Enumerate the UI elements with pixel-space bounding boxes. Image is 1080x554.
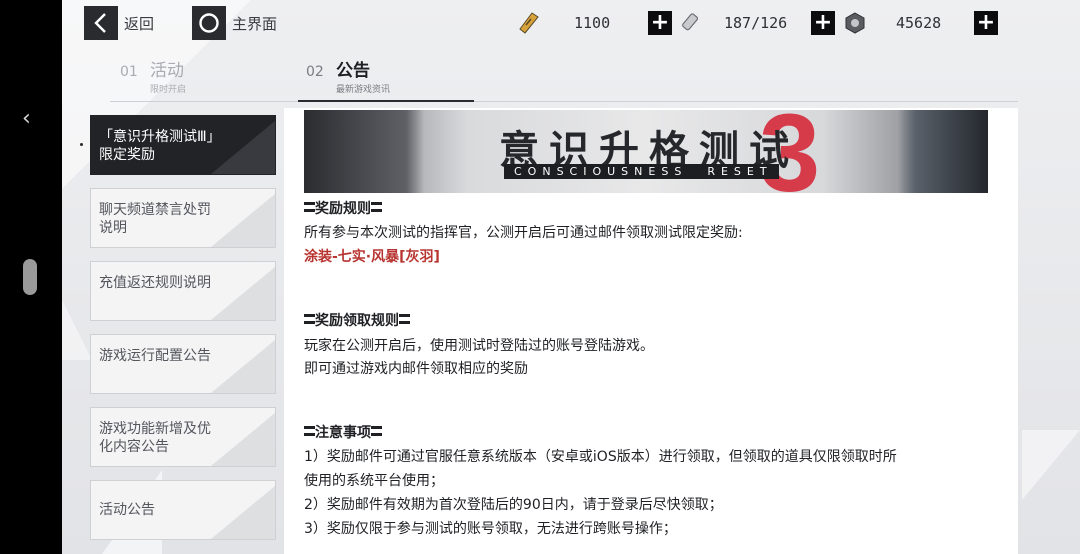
tab-announcement[interactable]: 02 公告 最新游戏资讯	[306, 56, 456, 96]
home-circle-icon	[192, 6, 226, 40]
resource-battery: 187/126	[680, 8, 787, 38]
tab-activity[interactable]: 01 活动 限时开启	[120, 56, 240, 96]
bg-decoration	[62, 300, 92, 360]
sidebar-item-feature-update[interactable]: 游戏功能新增及优化内容公告	[90, 407, 276, 467]
add-ticket-button[interactable]: +	[648, 11, 672, 35]
sidebar-item-label: 活动公告	[99, 502, 155, 518]
bg-decoration	[1022, 430, 1080, 500]
banner-subtitle: CONSCIOUSNESS RESET	[504, 164, 779, 179]
note-item: 1）奖励邮件可通过官服任意系统版本（安卓或iOS版本）进行领取，但领取的道具仅限…	[304, 449, 897, 465]
tab-announcement-title: 公告	[336, 61, 370, 81]
sidebar-item-label: 「意识升格测试Ⅲ」限定奖励	[99, 129, 214, 163]
add-nut-button[interactable]: +	[974, 11, 998, 35]
heading-mark-icon	[371, 202, 382, 212]
section-heading-claim: 奖励领取规则	[304, 310, 410, 332]
home-button[interactable]: 主界面	[192, 6, 277, 40]
back-button[interactable]: 返回	[84, 6, 154, 40]
heading-text: 注意事项	[315, 425, 371, 441]
active-item-marker	[80, 143, 83, 146]
tab-divider	[110, 101, 1018, 102]
sidebar-item-recharge-refund[interactable]: 充值返还规则说明	[90, 261, 276, 321]
reward-name: 涂装-七实·风暴[灰羽]	[304, 249, 440, 265]
banner-subtitle-right: RESET	[707, 165, 773, 178]
sidebar-item-test-reward[interactable]: 「意识升格测试Ⅲ」限定奖励	[90, 115, 276, 175]
item-decoration	[211, 408, 275, 466]
sidebar-item-label: 聊天频道禁言处罚说明	[99, 202, 211, 236]
announcement-screen: 返回 主界面 1100 + 187/126 + 45628 + 01 活动 限时…	[62, 0, 1080, 554]
resource-ticket-value: 1100	[574, 14, 611, 32]
item-decoration	[211, 481, 275, 539]
ticket-icon	[516, 10, 542, 36]
tab-announcement-number: 02	[306, 64, 324, 80]
heading-mark-icon	[304, 314, 315, 324]
top-bar: 返回 主界面 1100 + 187/126 + 45628 +	[62, 0, 1080, 46]
item-decoration	[211, 189, 275, 247]
back-label: 返回	[124, 14, 155, 33]
scroll-handle[interactable]	[23, 259, 37, 295]
heading-mark-icon	[399, 314, 410, 324]
sidebar-item-label: 充值返还规则说明	[99, 275, 211, 291]
paragraph: 玩家在公测开启后，使用测试时登陆过的账号登陆游戏。	[304, 338, 654, 354]
resource-nut: 45628	[842, 8, 941, 38]
heading-mark-icon	[304, 426, 315, 436]
resource-ticket: 1100	[516, 8, 610, 38]
back-arrow-icon	[84, 6, 118, 40]
event-banner: 3 意识升格测试 CONSCIOUSNESS RESET	[304, 110, 988, 193]
item-decoration	[211, 262, 275, 320]
section-heading-rules: 奖励规则	[304, 198, 382, 220]
tab-announcement-subtitle: 最新游戏资讯	[336, 85, 391, 95]
sidebar-item-chat-ban[interactable]: 聊天频道禁言处罚说明	[90, 188, 276, 248]
resource-battery-value: 187/126	[724, 14, 788, 32]
sidebar-item-game-config[interactable]: 游戏运行配置公告	[90, 334, 276, 394]
item-decoration	[211, 335, 275, 393]
paragraph: 所有参与本次测试的指挥官，公测开启后可通过邮件领取测试限定奖励:	[304, 225, 743, 241]
system-side-rail: ‹	[0, 0, 62, 554]
paragraph: 即可通过游戏内邮件领取相应的奖励	[304, 361, 528, 377]
heading-mark-icon	[304, 202, 315, 212]
tab-activity-title: 活动	[150, 61, 184, 81]
chevron-left-icon[interactable]: ‹	[22, 108, 31, 130]
banner-subtitle-left: CONSCIOUSNESS	[514, 165, 688, 178]
tab-activity-number: 01	[120, 64, 138, 80]
note-item: 3）奖励仅限于参与测试的账号领取，无法进行跨账号操作；	[304, 521, 677, 537]
banner-character-right	[898, 110, 988, 193]
item-decoration	[211, 116, 275, 174]
sidebar-item-label: 游戏功能新增及优化内容公告	[99, 421, 211, 455]
active-tab-indicator	[298, 100, 474, 102]
note-item-continued: 使用的系统平台使用；	[304, 473, 444, 489]
sidebar-item-event-notice[interactable]: 活动公告	[90, 480, 276, 540]
resource-nut-value: 45628	[896, 14, 942, 32]
home-label: 主界面	[232, 14, 278, 33]
note-item: 2）奖励邮件有效期为首次登陆后的90日内，请于登录后尽快领取；	[304, 497, 723, 513]
add-battery-button[interactable]: +	[811, 11, 835, 35]
heading-mark-icon	[371, 426, 382, 436]
nut-icon	[842, 10, 868, 36]
announcement-content[interactable]: 3 意识升格测试 CONSCIOUSNESS RESET 奖励规则 所有参与本次测…	[284, 108, 1018, 554]
sidebar-item-label: 游戏运行配置公告	[99, 348, 211, 364]
banner-character-left	[304, 110, 424, 193]
heading-text: 奖励领取规则	[315, 313, 399, 329]
tab-activity-subtitle: 限时开启	[150, 85, 187, 95]
section-heading-notes: 注意事项	[304, 422, 382, 444]
battery-icon	[680, 10, 706, 36]
heading-text: 奖励规则	[315, 201, 371, 217]
